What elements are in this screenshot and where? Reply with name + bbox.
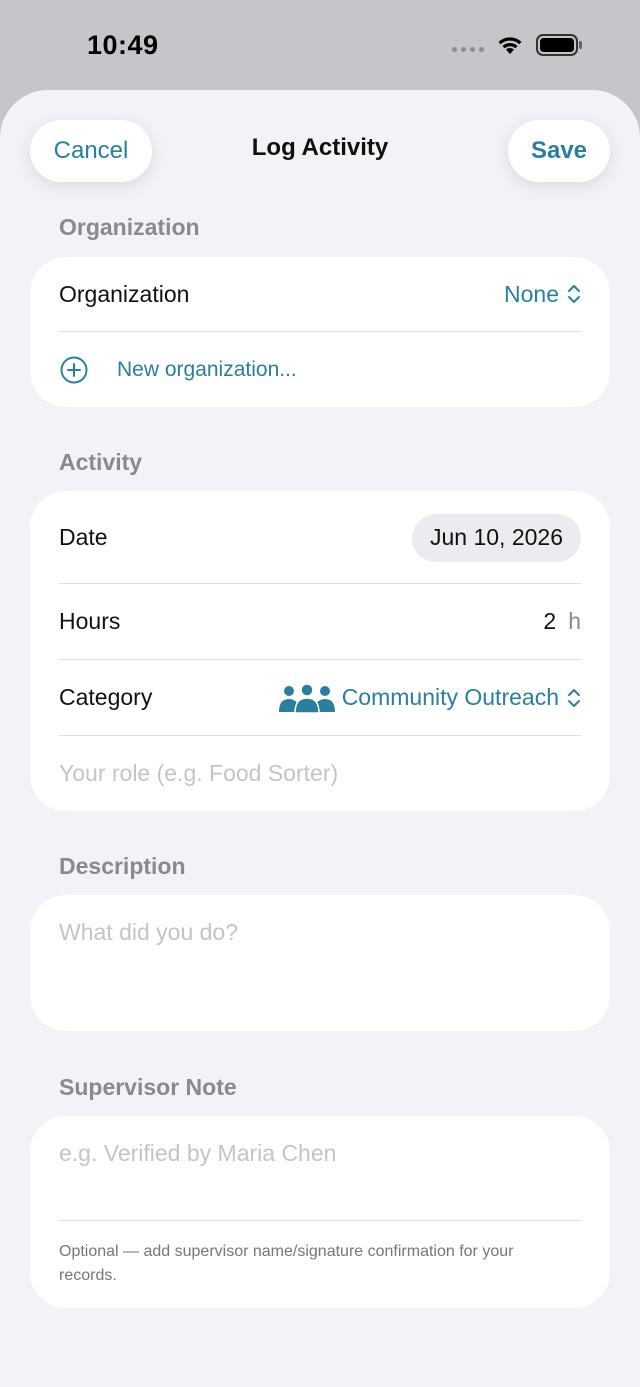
chevron-up-down-icon (568, 688, 580, 707)
hours-label: Hours (59, 608, 121, 634)
description-section-header: Description (59, 853, 186, 879)
activity-section-header: Activity (59, 449, 143, 475)
description-placeholder: What did you do? (59, 919, 239, 945)
organization-picker[interactable]: None (504, 281, 581, 308)
save-button[interactable]: Save (508, 120, 610, 182)
wifi-icon (498, 37, 522, 54)
status-time: 10:49 (87, 30, 159, 60)
status-bar: 10:49 (0, 0, 640, 92)
supervisor-section-header: Supervisor Note (59, 1074, 237, 1100)
description-field[interactable]: What did you do? (30, 895, 610, 1031)
new-organization-label: New organization... (117, 357, 297, 381)
people-group-icon (278, 682, 335, 713)
hours-value: 2 (543, 608, 557, 634)
category-label: Category (59, 684, 153, 710)
organization-section-header: Organization (59, 214, 200, 240)
hours-unit: h (568, 608, 581, 634)
chevron-up-down-icon (568, 285, 580, 303)
date-picker[interactable]: Jun 10, 2026 (411, 513, 581, 562)
category-picker[interactable]: Community Outreach (278, 682, 581, 713)
divider (59, 1220, 581, 1221)
supervisor-card: e.g. Verified by Maria Chen Optional — a… (30, 1116, 610, 1308)
role-placeholder: Your role (e.g. Food Sorter) (59, 760, 339, 786)
role-field[interactable]: Your role (e.g. Food Sorter) (59, 736, 581, 811)
organization-card: Organization None New organization... (30, 257, 610, 407)
plus-circle-icon (60, 356, 88, 383)
category-row[interactable]: Category Community Outreach (59, 660, 581, 735)
organization-picker-row[interactable]: Organization None (59, 257, 581, 331)
date-label: Date (59, 524, 108, 550)
organization-picker-label: Organization (59, 280, 190, 307)
log-activity-sheet: Cancel Log Activity Save Organization Or… (0, 90, 640, 1387)
new-organization-button[interactable]: New organization... (59, 332, 581, 407)
category-value: Community Outreach (341, 684, 559, 710)
status-icons (452, 34, 584, 56)
activity-card: Date Jun 10, 2026 Hours 2 h Category Com… (30, 491, 610, 811)
supervisor-note-placeholder: e.g. Verified by Maria Chen (59, 1140, 337, 1166)
supervisor-note-field[interactable]: e.g. Verified by Maria Chen (30, 1116, 610, 1220)
organization-picker-value: None (504, 280, 559, 307)
supervisor-footnote: Optional — add supervisor name/signature… (59, 1243, 514, 1284)
hours-field[interactable]: 2 h (543, 608, 581, 635)
date-row: Date Jun 10, 2026 (59, 491, 581, 584)
cellular-signal-icon (452, 46, 484, 52)
hours-row: Hours 2 h (59, 584, 581, 659)
battery-icon (536, 34, 582, 56)
